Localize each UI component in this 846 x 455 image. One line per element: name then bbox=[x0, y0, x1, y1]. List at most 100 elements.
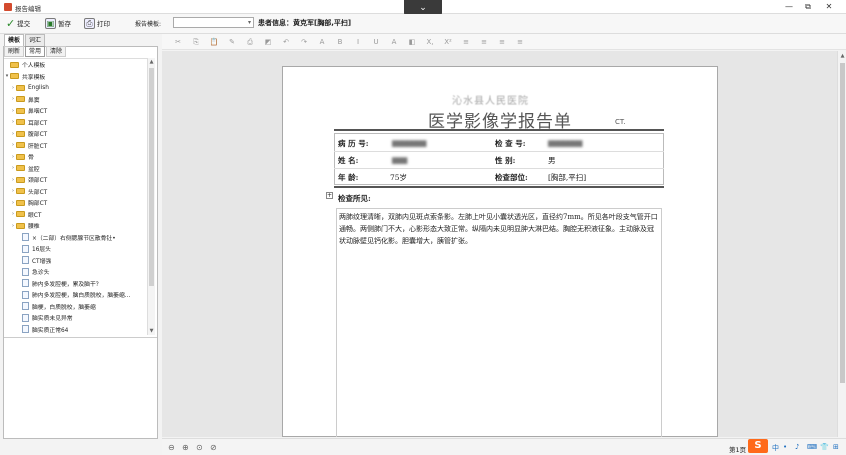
gender-label: 性 别: bbox=[495, 156, 516, 165]
tree-folder-item[interactable]: › 头部CT bbox=[4, 186, 148, 198]
tree-template-item[interactable]: 肺内多发腔梗，脑白质脱校，脑萎缩... bbox=[4, 289, 148, 301]
tree-folder-item[interactable]: › 胸部CT bbox=[4, 197, 148, 209]
close-button[interactable]: ✕ bbox=[822, 2, 836, 12]
tree-item-label: 腹部CT bbox=[28, 132, 48, 139]
tree-folder-item[interactable]: › 腹部CT bbox=[4, 128, 148, 140]
scroll-up-icon[interactable]: ▲ bbox=[148, 58, 155, 66]
tree-folder-item[interactable]: › 颈部CT bbox=[4, 174, 148, 186]
tree-folder-item[interactable]: › English bbox=[4, 82, 148, 94]
template-tree: 个人模板 ▾ 共享模板 › English › 鼻窦 › 鼻咽CT › 耳部CT › 腹部CT › 肝脏CT… bbox=[4, 58, 148, 335]
record-no-value[interactable]: ▆▆▆▆▆▆▆ bbox=[392, 138, 426, 147]
tree-folder-item[interactable]: › 鼻咽CT bbox=[4, 105, 148, 117]
tree-item-label: CT增强 bbox=[32, 258, 52, 265]
tree-template-item[interactable]: 16层头 bbox=[4, 243, 148, 255]
superscript-icon[interactable]: X² bbox=[439, 36, 457, 48]
tree-template-item[interactable]: 脑梗，白质脱校，脑萎缩 bbox=[4, 301, 148, 313]
font-icon[interactable]: A bbox=[313, 36, 331, 48]
zoom-reset-icon[interactable]: ⊘ bbox=[210, 443, 217, 452]
tree-folder-item[interactable]: › 腰椎 bbox=[4, 220, 148, 232]
exam-site-value[interactable]: [胸部,平扫] bbox=[548, 172, 586, 183]
save-draft-label: 暂存 bbox=[58, 20, 71, 28]
folder-icon bbox=[16, 153, 25, 160]
tab-vocabulary[interactable]: 词汇 bbox=[25, 34, 46, 46]
align-center-icon[interactable]: ≡ bbox=[475, 36, 493, 48]
refresh-button[interactable]: 刷新 bbox=[4, 46, 25, 57]
align-left-icon[interactable]: ≡ bbox=[457, 36, 475, 48]
folder-icon bbox=[16, 211, 25, 218]
exam-no-value[interactable]: ▆▆▆▆▆▆▆ bbox=[548, 138, 582, 147]
template-preview-pane bbox=[4, 337, 157, 438]
submit-label: 提交 bbox=[17, 20, 31, 28]
tree-folder-item[interactable]: › 耳部CT bbox=[4, 117, 148, 129]
background-color-icon[interactable]: ◧ bbox=[403, 36, 421, 48]
tree-template-item[interactable]: 脑实质正常64 bbox=[4, 324, 148, 336]
undo-icon[interactable]: ↶ bbox=[277, 36, 295, 48]
scrollbar-thumb[interactable] bbox=[840, 63, 845, 383]
tree-item-label: 头部CT bbox=[28, 189, 48, 196]
tree-template-item[interactable]: 急诊头 bbox=[4, 266, 148, 278]
tree-template-item[interactable]: 肺内多发腔梗，累及脑干？ bbox=[4, 278, 148, 290]
format-toolbar: ✂ ⎘ 📋 ✎ ⎙ ◩ ↶ ↷ A B I U A ◧ X, X² ≡ ≡ ≡ ≡ bbox=[162, 34, 846, 50]
tree-template-item[interactable]: 脑实质未见异常 bbox=[4, 312, 148, 324]
highlight-icon[interactable]: ◩ bbox=[259, 36, 277, 48]
bold-icon[interactable]: B bbox=[331, 36, 349, 48]
redo-icon[interactable]: ↷ bbox=[295, 36, 313, 48]
folder-icon bbox=[16, 176, 25, 183]
maximize-button[interactable]: ⧉ bbox=[801, 2, 815, 12]
zoom-out-icon[interactable]: ⊖ bbox=[168, 443, 175, 452]
exam-site-label: 检查部位: bbox=[495, 173, 528, 182]
skin-icon[interactable]: 👕 bbox=[820, 443, 829, 451]
tree-scrollbar[interactable]: ▲ ▼ bbox=[147, 58, 155, 335]
tree-folder-item[interactable]: › 眼CT bbox=[4, 209, 148, 221]
folder-icon bbox=[16, 96, 25, 103]
font-color-icon[interactable]: A bbox=[385, 36, 403, 48]
subscript-icon[interactable]: X, bbox=[421, 36, 439, 48]
print-preview-icon[interactable]: ⎙ bbox=[241, 36, 259, 48]
submit-button[interactable]: ✓ 提交 bbox=[6, 16, 30, 30]
minimize-button[interactable]: — bbox=[782, 2, 796, 12]
scroll-down-icon[interactable]: ▼ bbox=[148, 327, 155, 335]
ime-indicator[interactable]: S bbox=[748, 439, 768, 453]
document-icon bbox=[22, 302, 29, 311]
tree-folder-item[interactable]: ▾ 共享模板 bbox=[4, 71, 148, 83]
cut-icon[interactable]: ✂ bbox=[169, 36, 187, 48]
print-button[interactable]: ⎙ 打印 bbox=[84, 16, 110, 30]
folder-icon bbox=[16, 142, 25, 149]
tree-template-item[interactable]: ×（二部）右侧腮腺节区散骨钍• bbox=[4, 232, 148, 244]
grid-menu-icon[interactable]: ⊞ bbox=[833, 443, 839, 451]
common-button[interactable]: 常用 bbox=[25, 46, 46, 57]
age-label: 年 龄: bbox=[338, 173, 359, 182]
age-value[interactable]: 75岁 bbox=[390, 172, 407, 183]
tree-folder-item[interactable]: › 肝脏CT bbox=[4, 140, 148, 152]
clear-button[interactable]: 清除 bbox=[46, 46, 67, 57]
underline-icon[interactable]: U bbox=[367, 36, 385, 48]
template-select[interactable]: ▾ bbox=[173, 17, 254, 28]
scrollbar-thumb[interactable] bbox=[149, 68, 154, 286]
name-value[interactable]: ▆▆▆ bbox=[392, 155, 407, 164]
tree-folder-item[interactable]: › 鼻窦 bbox=[4, 94, 148, 106]
zoom-in-icon[interactable]: ⊕ bbox=[182, 443, 189, 452]
punctuation-icon[interactable]: • bbox=[783, 443, 787, 451]
tab-templates[interactable]: 模板 bbox=[4, 34, 25, 46]
scroll-up-icon[interactable]: ▲ bbox=[839, 52, 846, 60]
italic-icon[interactable]: I bbox=[349, 36, 367, 48]
ime-mode-icon[interactable]: 中 bbox=[772, 443, 779, 453]
keyboard-icon[interactable]: ⌨ bbox=[807, 443, 817, 451]
gender-value[interactable]: 男 bbox=[548, 155, 556, 166]
tree-folder-item[interactable]: › 盆腔 bbox=[4, 163, 148, 175]
paste-icon[interactable]: 📋 bbox=[205, 36, 223, 48]
save-draft-button[interactable]: ▣ 暂存 bbox=[45, 16, 71, 30]
align-right-icon[interactable]: ≡ bbox=[493, 36, 511, 48]
tree-item-label: ×（二部）右侧腮腺节区散骨钍• bbox=[32, 235, 116, 242]
tree-template-item[interactable]: CT增强 bbox=[4, 255, 148, 267]
format-painter-icon[interactable]: ✎ bbox=[223, 36, 241, 48]
justify-icon[interactable]: ≡ bbox=[511, 36, 529, 48]
editor-scrollbar[interactable]: ▲ bbox=[837, 51, 846, 437]
copy-icon[interactable]: ⎘ bbox=[187, 36, 205, 48]
microphone-icon[interactable]: ♪ bbox=[795, 443, 799, 451]
zoom-fit-icon[interactable]: ⊙ bbox=[196, 443, 203, 452]
tree-folder-item[interactable]: 个人模板 bbox=[4, 59, 148, 71]
table-anchor-icon[interactable]: + bbox=[326, 192, 333, 199]
tree-folder-item[interactable]: › 骨 bbox=[4, 151, 148, 163]
findings-text[interactable]: 两肺纹理清晰，双肺内见斑点索条影。左肺上叶见小囊状透光区，直径约7mm。所见各叶… bbox=[336, 208, 662, 437]
